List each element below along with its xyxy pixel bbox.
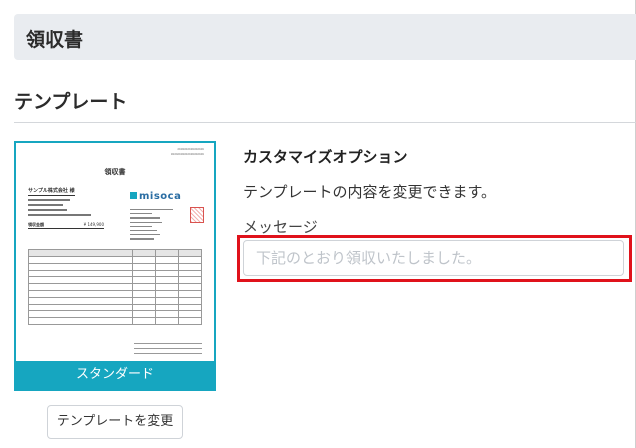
preview-company-lines: [130, 209, 184, 243]
template-thumbnail[interactable]: ▭▭▭▭▭▭▭▭ ▭▭▭▭▭▭▭▭▭▭ 領収書 サンプル株式会社 様 領収金額 ¥…: [14, 141, 216, 391]
options-title: カスタマイズオプション: [243, 148, 408, 166]
preview-doc-title: 領収書: [104, 168, 126, 176]
preview-amount-label: 領収金額: [28, 222, 44, 227]
message-label: メッセージ: [243, 218, 318, 236]
preview-totals: [134, 339, 202, 354]
options-description: テンプレートの内容を変更できます。: [243, 183, 497, 201]
section-title: テンプレート: [14, 91, 128, 113]
preview-client: サンプル株式会社 様: [28, 188, 75, 196]
receipt-preview: ▭▭▭▭▭▭▭▭ ▭▭▭▭▭▭▭▭▭▭ 領収書 サンプル株式会社 様 領収金額 ¥…: [16, 143, 214, 361]
preview-date-lines: ▭▭▭▭▭▭▭▭ ▭▭▭▭▭▭▭▭▭▭: [170, 147, 204, 156]
preview-amount: 領収金額 ¥ 149,900: [28, 221, 104, 229]
page-header: 領収書: [14, 14, 636, 60]
logo-mark-icon: [130, 192, 137, 199]
preview-items-table: [28, 249, 203, 325]
change-template-button[interactable]: テンプレートを変更: [47, 405, 183, 439]
seal-stamp-icon: [190, 207, 204, 223]
preview-amount-value: ¥ 149,900: [83, 222, 104, 227]
preview-logo-text: misoca: [139, 191, 182, 202]
message-input[interactable]: [243, 240, 624, 276]
page-title: 領収書: [26, 29, 84, 51]
template-name: スタンダード: [16, 361, 214, 389]
preview-logo: misoca: [130, 191, 181, 202]
preview-text-lines: [28, 199, 98, 219]
section-divider: [14, 122, 636, 123]
